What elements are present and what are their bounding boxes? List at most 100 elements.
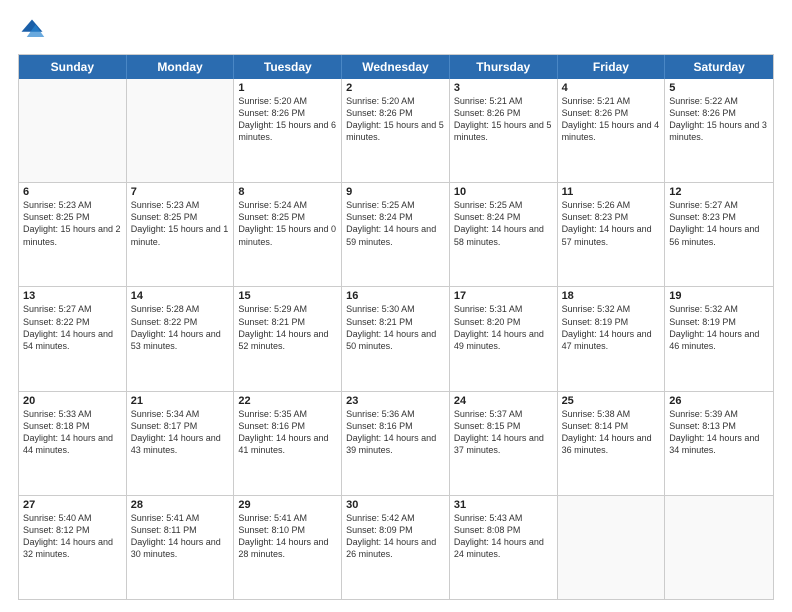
day-number: 31: [454, 499, 553, 511]
day-number: 2: [346, 82, 445, 94]
day-info: Sunrise: 5:27 AM Sunset: 8:23 PM Dayligh…: [669, 199, 769, 248]
header: [18, 16, 774, 44]
day-number: 3: [454, 82, 553, 94]
day-info: Sunrise: 5:30 AM Sunset: 8:21 PM Dayligh…: [346, 303, 445, 352]
day-info: Sunrise: 5:24 AM Sunset: 8:25 PM Dayligh…: [238, 199, 337, 248]
day-number: 1: [238, 82, 337, 94]
cal-cell-r0c6: 5Sunrise: 5:22 AM Sunset: 8:26 PM Daylig…: [665, 79, 773, 182]
day-number: 28: [131, 499, 230, 511]
day-number: 11: [562, 186, 661, 198]
cal-cell-r2c3: 16Sunrise: 5:30 AM Sunset: 8:21 PM Dayli…: [342, 287, 450, 390]
day-info: Sunrise: 5:39 AM Sunset: 8:13 PM Dayligh…: [669, 408, 769, 457]
day-number: 20: [23, 395, 122, 407]
cal-cell-r4c3: 30Sunrise: 5:42 AM Sunset: 8:09 PM Dayli…: [342, 496, 450, 599]
day-info: Sunrise: 5:41 AM Sunset: 8:10 PM Dayligh…: [238, 512, 337, 561]
calendar-row-4: 27Sunrise: 5:40 AM Sunset: 8:12 PM Dayli…: [19, 495, 773, 599]
cal-cell-r3c6: 26Sunrise: 5:39 AM Sunset: 8:13 PM Dayli…: [665, 392, 773, 495]
day-info: Sunrise: 5:22 AM Sunset: 8:26 PM Dayligh…: [669, 95, 769, 144]
calendar-row-0: 1Sunrise: 5:20 AM Sunset: 8:26 PM Daylig…: [19, 79, 773, 182]
cal-cell-r0c3: 2Sunrise: 5:20 AM Sunset: 8:26 PM Daylig…: [342, 79, 450, 182]
calendar-row-3: 20Sunrise: 5:33 AM Sunset: 8:18 PM Dayli…: [19, 391, 773, 495]
calendar: SundayMondayTuesdayWednesdayThursdayFrid…: [18, 54, 774, 600]
day-info: Sunrise: 5:25 AM Sunset: 8:24 PM Dayligh…: [454, 199, 553, 248]
day-number: 19: [669, 290, 769, 302]
cal-cell-r1c3: 9Sunrise: 5:25 AM Sunset: 8:24 PM Daylig…: [342, 183, 450, 286]
day-number: 18: [562, 290, 661, 302]
cal-cell-r2c1: 14Sunrise: 5:28 AM Sunset: 8:22 PM Dayli…: [127, 287, 235, 390]
day-number: 12: [669, 186, 769, 198]
day-info: Sunrise: 5:35 AM Sunset: 8:16 PM Dayligh…: [238, 408, 337, 457]
cal-cell-r2c6: 19Sunrise: 5:32 AM Sunset: 8:19 PM Dayli…: [665, 287, 773, 390]
calendar-row-2: 13Sunrise: 5:27 AM Sunset: 8:22 PM Dayli…: [19, 286, 773, 390]
day-number: 9: [346, 186, 445, 198]
day-info: Sunrise: 5:43 AM Sunset: 8:08 PM Dayligh…: [454, 512, 553, 561]
cal-cell-r0c4: 3Sunrise: 5:21 AM Sunset: 8:26 PM Daylig…: [450, 79, 558, 182]
logo: [18, 16, 50, 44]
cal-cell-r4c6: [665, 496, 773, 599]
cal-cell-r0c5: 4Sunrise: 5:21 AM Sunset: 8:26 PM Daylig…: [558, 79, 666, 182]
day-info: Sunrise: 5:34 AM Sunset: 8:17 PM Dayligh…: [131, 408, 230, 457]
day-info: Sunrise: 5:38 AM Sunset: 8:14 PM Dayligh…: [562, 408, 661, 457]
cal-cell-r3c0: 20Sunrise: 5:33 AM Sunset: 8:18 PM Dayli…: [19, 392, 127, 495]
day-number: 16: [346, 290, 445, 302]
day-number: 13: [23, 290, 122, 302]
day-number: 15: [238, 290, 337, 302]
cal-cell-r4c4: 31Sunrise: 5:43 AM Sunset: 8:08 PM Dayli…: [450, 496, 558, 599]
day-number: 23: [346, 395, 445, 407]
cal-cell-r4c5: [558, 496, 666, 599]
cal-cell-r3c5: 25Sunrise: 5:38 AM Sunset: 8:14 PM Dayli…: [558, 392, 666, 495]
cal-cell-r1c1: 7Sunrise: 5:23 AM Sunset: 8:25 PM Daylig…: [127, 183, 235, 286]
day-info: Sunrise: 5:29 AM Sunset: 8:21 PM Dayligh…: [238, 303, 337, 352]
cal-cell-r0c0: [19, 79, 127, 182]
day-number: 24: [454, 395, 553, 407]
day-number: 22: [238, 395, 337, 407]
cal-cell-r2c5: 18Sunrise: 5:32 AM Sunset: 8:19 PM Dayli…: [558, 287, 666, 390]
day-number: 10: [454, 186, 553, 198]
cal-cell-r1c2: 8Sunrise: 5:24 AM Sunset: 8:25 PM Daylig…: [234, 183, 342, 286]
cal-cell-r3c1: 21Sunrise: 5:34 AM Sunset: 8:17 PM Dayli…: [127, 392, 235, 495]
calendar-body: 1Sunrise: 5:20 AM Sunset: 8:26 PM Daylig…: [19, 79, 773, 599]
header-day-thursday: Thursday: [450, 55, 558, 79]
header-day-monday: Monday: [127, 55, 235, 79]
cal-cell-r1c0: 6Sunrise: 5:23 AM Sunset: 8:25 PM Daylig…: [19, 183, 127, 286]
day-number: 7: [131, 186, 230, 198]
day-info: Sunrise: 5:26 AM Sunset: 8:23 PM Dayligh…: [562, 199, 661, 248]
cal-cell-r0c2: 1Sunrise: 5:20 AM Sunset: 8:26 PM Daylig…: [234, 79, 342, 182]
day-info: Sunrise: 5:37 AM Sunset: 8:15 PM Dayligh…: [454, 408, 553, 457]
cal-cell-r2c2: 15Sunrise: 5:29 AM Sunset: 8:21 PM Dayli…: [234, 287, 342, 390]
cal-cell-r3c2: 22Sunrise: 5:35 AM Sunset: 8:16 PM Dayli…: [234, 392, 342, 495]
day-info: Sunrise: 5:27 AM Sunset: 8:22 PM Dayligh…: [23, 303, 122, 352]
day-number: 29: [238, 499, 337, 511]
day-info: Sunrise: 5:20 AM Sunset: 8:26 PM Dayligh…: [238, 95, 337, 144]
cal-cell-r0c1: [127, 79, 235, 182]
day-info: Sunrise: 5:41 AM Sunset: 8:11 PM Dayligh…: [131, 512, 230, 561]
day-number: 5: [669, 82, 769, 94]
cal-cell-r3c4: 24Sunrise: 5:37 AM Sunset: 8:15 PM Dayli…: [450, 392, 558, 495]
day-info: Sunrise: 5:21 AM Sunset: 8:26 PM Dayligh…: [562, 95, 661, 144]
header-day-sunday: Sunday: [19, 55, 127, 79]
day-info: Sunrise: 5:40 AM Sunset: 8:12 PM Dayligh…: [23, 512, 122, 561]
cal-cell-r1c6: 12Sunrise: 5:27 AM Sunset: 8:23 PM Dayli…: [665, 183, 773, 286]
day-number: 17: [454, 290, 553, 302]
day-info: Sunrise: 5:25 AM Sunset: 8:24 PM Dayligh…: [346, 199, 445, 248]
day-number: 6: [23, 186, 122, 198]
day-info: Sunrise: 5:23 AM Sunset: 8:25 PM Dayligh…: [23, 199, 122, 248]
day-number: 14: [131, 290, 230, 302]
page: SundayMondayTuesdayWednesdayThursdayFrid…: [0, 0, 792, 612]
header-day-saturday: Saturday: [665, 55, 773, 79]
day-info: Sunrise: 5:42 AM Sunset: 8:09 PM Dayligh…: [346, 512, 445, 561]
day-info: Sunrise: 5:21 AM Sunset: 8:26 PM Dayligh…: [454, 95, 553, 144]
logo-icon: [18, 16, 46, 44]
cal-cell-r1c4: 10Sunrise: 5:25 AM Sunset: 8:24 PM Dayli…: [450, 183, 558, 286]
day-number: 21: [131, 395, 230, 407]
header-day-friday: Friday: [558, 55, 666, 79]
calendar-header: SundayMondayTuesdayWednesdayThursdayFrid…: [19, 55, 773, 79]
day-number: 26: [669, 395, 769, 407]
cal-cell-r4c1: 28Sunrise: 5:41 AM Sunset: 8:11 PM Dayli…: [127, 496, 235, 599]
day-info: Sunrise: 5:32 AM Sunset: 8:19 PM Dayligh…: [669, 303, 769, 352]
day-info: Sunrise: 5:28 AM Sunset: 8:22 PM Dayligh…: [131, 303, 230, 352]
day-number: 27: [23, 499, 122, 511]
calendar-row-1: 6Sunrise: 5:23 AM Sunset: 8:25 PM Daylig…: [19, 182, 773, 286]
day-number: 4: [562, 82, 661, 94]
day-number: 30: [346, 499, 445, 511]
